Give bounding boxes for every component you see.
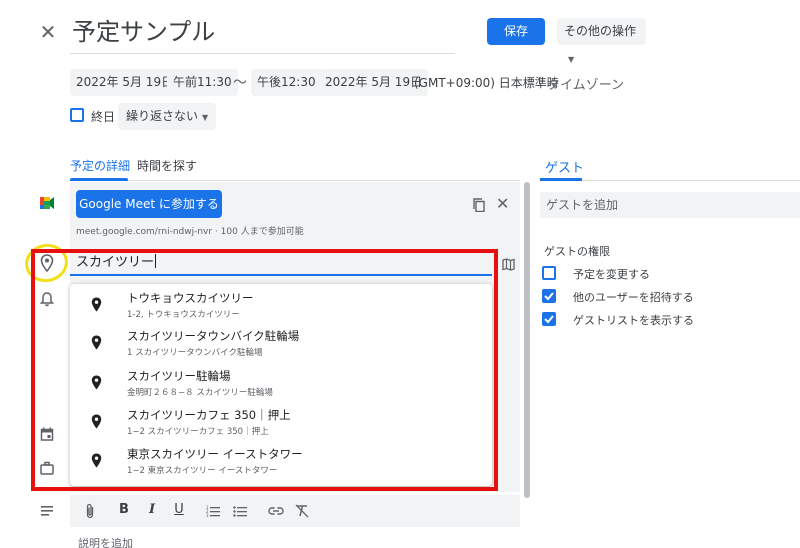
save-button[interactable]: 保存	[487, 18, 545, 45]
meet-url-text: meet.google.com/rni-ndwj-nvr · 100 人まで参加…	[76, 227, 304, 237]
guest-permissions-title: ゲストの権限	[544, 245, 610, 258]
permission-modify-event-label: 予定を変更する	[573, 268, 650, 281]
remove-conference-icon[interactable]: ✕	[496, 194, 509, 213]
close-icon[interactable]: ✕	[38, 22, 58, 42]
tabs-divider	[70, 180, 520, 181]
check-icon	[544, 315, 554, 324]
numbered-list-icon[interactable]: 1 2 3	[206, 505, 220, 517]
red-annotation-box	[31, 249, 498, 491]
link-icon[interactable]	[268, 506, 284, 516]
join-google-meet-button[interactable]: Google Meet に参加する	[76, 190, 222, 218]
bullet-list-icon[interactable]	[233, 505, 247, 517]
tab-find-time[interactable]: 時間を探す	[137, 157, 197, 174]
tab-event-details[interactable]: 予定の詳細	[70, 157, 130, 174]
details-scrollbar[interactable]	[524, 182, 530, 498]
permission-see-guest-list-checkbox[interactable]	[542, 312, 556, 326]
more-actions-label: その他の操作	[564, 24, 637, 38]
active-tab-indicator	[70, 178, 128, 181]
timezone-link[interactable]: タイムゾーン	[547, 74, 624, 93]
google-meet-icon	[40, 197, 54, 209]
end-time-chip[interactable]: 午後12:30	[251, 69, 322, 96]
start-date-chip[interactable]: 2022年 5月 19日	[70, 69, 180, 96]
guests-tab[interactable]: ゲスト	[545, 157, 584, 176]
event-title-input[interactable]: 予定サンプル	[70, 14, 455, 54]
check-icon	[544, 292, 554, 301]
add-guests-input[interactable]: ゲストを追加	[540, 192, 800, 218]
permission-see-guest-list-label: ゲストリストを表示する	[573, 314, 694, 327]
underline-icon[interactable]: U	[170, 502, 188, 517]
guests-tab-indicator	[540, 178, 582, 181]
description-input[interactable]: 説明を追加	[78, 535, 133, 548]
repeat-dropdown[interactable]: 繰り返さない ▼	[118, 103, 217, 130]
italic-icon[interactable]: I	[143, 502, 161, 517]
all-day-label: 終日	[91, 110, 116, 124]
time-separator: 〜	[233, 75, 247, 91]
clear-format-icon[interactable]	[295, 504, 309, 518]
copy-icon[interactable]	[472, 198, 486, 212]
all-day-checkbox[interactable]	[70, 108, 84, 122]
permission-modify-event-checkbox[interactable]	[542, 266, 556, 280]
map-icon[interactable]	[502, 258, 515, 271]
more-actions-button[interactable]: その他の操作 ▼	[557, 18, 646, 64]
timezone-text: (GMT+09:00) 日本標準時	[414, 76, 559, 90]
attach-icon[interactable]	[84, 503, 96, 519]
permission-invite-others-checkbox[interactable]	[542, 289, 556, 303]
caret-down-icon: ▼	[202, 113, 209, 122]
end-date-chip[interactable]: 2022年 5月 19日	[319, 69, 429, 96]
description-lines-icon	[41, 506, 53, 516]
svg-text:3: 3	[206, 513, 209, 517]
permission-invite-others-label: 他のユーザーを招待する	[573, 291, 694, 304]
bold-icon[interactable]: B	[115, 502, 133, 517]
caret-down-icon: ▼	[568, 55, 575, 64]
repeat-label: 繰り返さない	[126, 109, 199, 123]
start-time-chip[interactable]: 午前11:30	[167, 69, 238, 96]
